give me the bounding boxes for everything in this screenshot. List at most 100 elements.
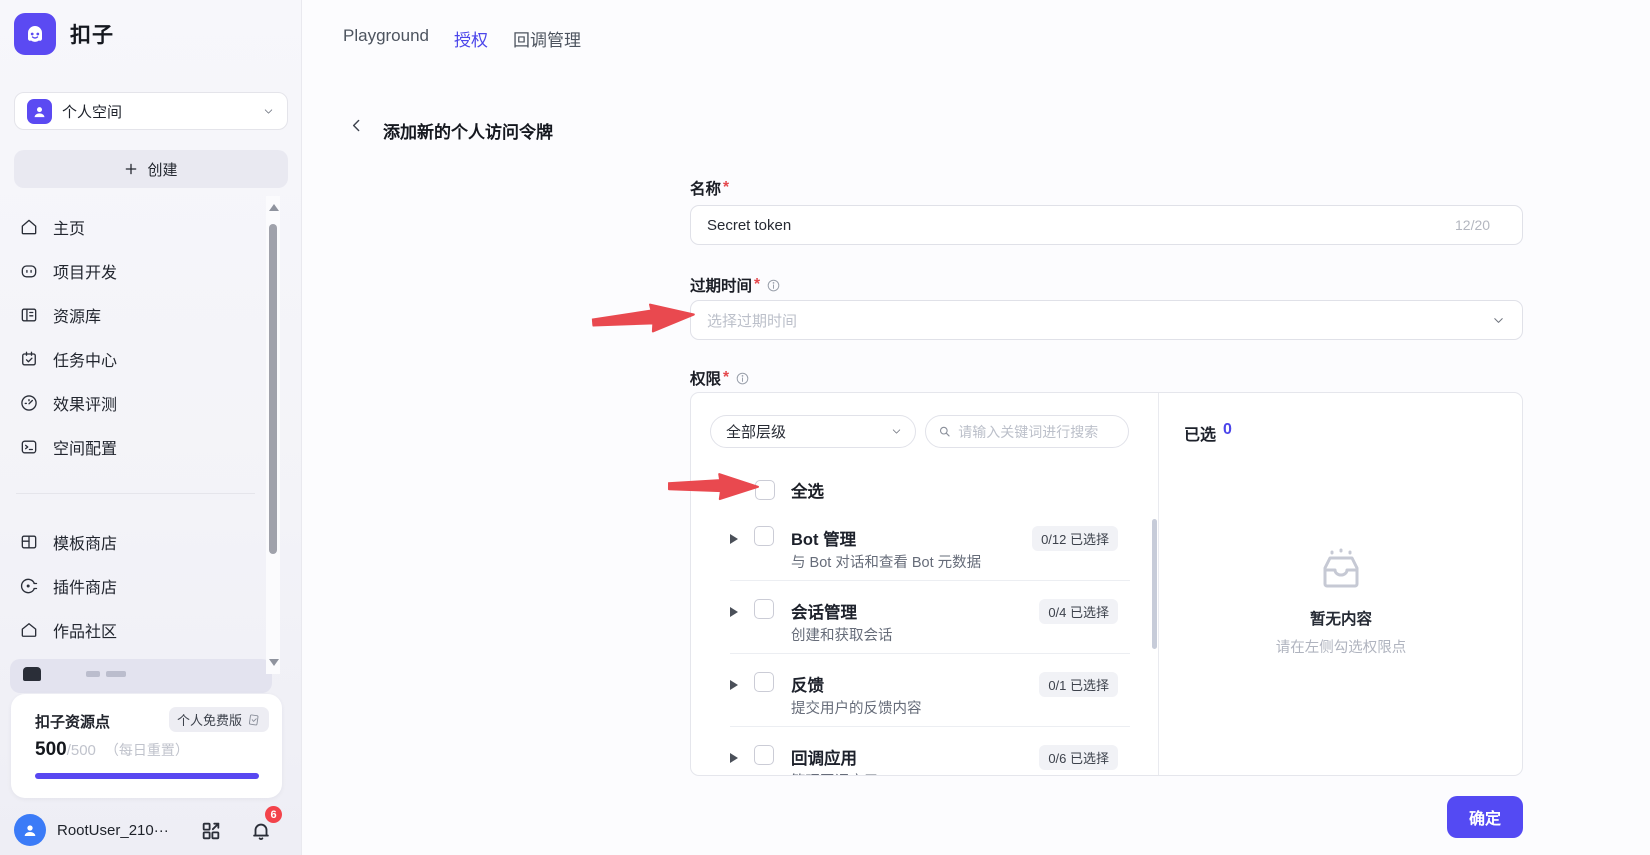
group-description: 与 Bot 对话和查看 Bot 元数据 bbox=[791, 551, 981, 572]
topnav-item[interactable]: 授权 bbox=[454, 26, 488, 51]
permission-group-list: Bot 管理 与 Bot 对话和查看 Bot 元数据 0/12 已选择 会话管理… bbox=[691, 528, 1158, 776]
community-icon bbox=[19, 620, 39, 640]
select-all-label: 全选 bbox=[791, 478, 824, 502]
plan-badge[interactable]: 个人免费版 bbox=[169, 707, 269, 732]
empty-title: 暂无内容 bbox=[1158, 607, 1523, 629]
app-logo-icon[interactable] bbox=[14, 13, 56, 55]
search-icon bbox=[938, 424, 951, 439]
sidebar-item-community[interactable]: 作品社区 bbox=[14, 608, 254, 652]
sidebar-item-clipped[interactable] bbox=[10, 659, 272, 693]
points-used: 500 bbox=[35, 739, 67, 761]
annotation-arrow-expire bbox=[591, 298, 697, 339]
user-name[interactable]: RootUser_210··· bbox=[57, 822, 195, 839]
apps-grid-icon bbox=[200, 820, 222, 842]
group-checkbox[interactable] bbox=[754, 672, 774, 692]
expand-caret-icon[interactable] bbox=[730, 753, 738, 763]
select-all-checkbox[interactable] bbox=[755, 480, 775, 500]
scrollbar-thumb[interactable] bbox=[269, 224, 277, 554]
permissions-panel: 全部层级 全选 Bot 管理 与 Bot 对话和查看 Bot 元数据 0/12 … bbox=[690, 392, 1523, 776]
sidebar-item-home[interactable]: 主页 bbox=[14, 205, 254, 249]
brand-name: 扣子 bbox=[70, 19, 114, 49]
sidebar-item-project-dev[interactable]: 项目开发 bbox=[14, 249, 254, 293]
empty-desc: 请在左侧勾选权限点 bbox=[1158, 636, 1523, 657]
permission-search[interactable] bbox=[925, 415, 1129, 448]
points-progress-bar bbox=[35, 773, 259, 779]
library-icon bbox=[19, 305, 39, 325]
sidebar: 扣子 个人空间 创建 主页 项目开发 资源库 bbox=[0, 0, 302, 855]
page-title: 添加新的个人访问令牌 bbox=[383, 118, 553, 143]
group-checkbox[interactable] bbox=[754, 599, 774, 619]
group-title: Bot 管理 bbox=[791, 526, 856, 550]
expand-caret-icon[interactable] bbox=[730, 534, 738, 544]
chevron-down-icon bbox=[1491, 313, 1506, 328]
row-divider bbox=[730, 580, 1130, 581]
selected-header: 已选 0 bbox=[1184, 421, 1232, 445]
sidebar-item-library[interactable]: 资源库 bbox=[14, 293, 254, 337]
user-avatar[interactable] bbox=[14, 814, 46, 846]
template-store-icon bbox=[19, 532, 39, 552]
group-description: 创建和获取会话 bbox=[791, 624, 893, 645]
plus-icon bbox=[124, 162, 138, 176]
topnav-item[interactable]: 回调管理 bbox=[513, 26, 581, 51]
chevron-left-icon bbox=[348, 117, 365, 134]
apps-grid-button[interactable] bbox=[200, 820, 222, 845]
plan-ticket-icon bbox=[247, 713, 261, 727]
terminal-icon bbox=[19, 437, 39, 457]
topnav-item[interactable]: Playground bbox=[343, 26, 429, 51]
permission-search-input[interactable] bbox=[958, 424, 1116, 440]
group-title: 会话管理 bbox=[791, 599, 857, 623]
expand-caret-icon[interactable] bbox=[730, 680, 738, 690]
scroll-up-arrow[interactable] bbox=[269, 204, 279, 211]
workspace-selector[interactable]: 个人空间 bbox=[14, 92, 288, 130]
group-count-badge: 0/1 已选择 bbox=[1039, 672, 1118, 697]
expire-label: 过期时间* bbox=[690, 274, 781, 296]
selected-count: 0 bbox=[1223, 421, 1232, 445]
info-icon bbox=[766, 278, 781, 293]
expire-select[interactable]: 选择过期时间 bbox=[690, 300, 1523, 340]
notification-badge: 6 bbox=[265, 806, 282, 823]
app-window: 扣子 个人空间 创建 主页 项目开发 资源库 bbox=[0, 0, 1650, 855]
sidebar-menu-secondary: 模板商店 插件商店 作品社区 bbox=[14, 520, 254, 652]
permission-group-row: 回调应用 管理回调应用 0/6 已选择 bbox=[691, 747, 1158, 776]
char-counter: 12/20 bbox=[1455, 217, 1490, 233]
resource-card: 扣子资源点 个人免费版 500/500 （每日重置） bbox=[11, 694, 282, 798]
task-icon bbox=[19, 349, 39, 369]
sidebar-item-task-center[interactable]: 任务中心 bbox=[14, 337, 254, 381]
sidebar-item-evaluation[interactable]: 效果评测 bbox=[14, 381, 254, 425]
list-scrollbar-thumb[interactable] bbox=[1152, 519, 1157, 649]
group-checkbox[interactable] bbox=[754, 526, 774, 546]
permission-group-row: 会话管理 创建和获取会话 0/4 已选择 bbox=[691, 601, 1158, 674]
group-count-badge: 0/4 已选择 bbox=[1039, 599, 1118, 624]
name-input[interactable] bbox=[690, 205, 1523, 245]
level-filter-select[interactable]: 全部层级 bbox=[710, 415, 916, 448]
group-title: 回调应用 bbox=[791, 745, 857, 769]
sidebar-menu: 主页 项目开发 资源库 任务中心 效果评测 空间配置 bbox=[14, 205, 254, 469]
confirm-button[interactable]: 确定 bbox=[1447, 796, 1523, 838]
notifications-button[interactable] bbox=[250, 820, 272, 845]
sidebar-item-space-config[interactable]: 空间配置 bbox=[14, 425, 254, 469]
sidebar-item-plugin-store[interactable]: 插件商店 bbox=[14, 564, 254, 608]
row-divider bbox=[730, 726, 1130, 727]
plugin-store-icon bbox=[19, 576, 39, 596]
sidebar-item-template-store[interactable]: 模板商店 bbox=[14, 520, 254, 564]
sidebar-scrollbar[interactable] bbox=[266, 196, 280, 674]
expand-caret-icon[interactable] bbox=[730, 607, 738, 617]
chevron-down-icon bbox=[262, 105, 275, 118]
create-button[interactable]: 创建 bbox=[14, 150, 288, 188]
group-description: 提交用户的反馈内容 bbox=[791, 697, 922, 718]
topnav: Playground 授权回调管理 bbox=[343, 26, 581, 51]
bot-icon bbox=[19, 261, 39, 281]
scroll-down-arrow[interactable] bbox=[269, 659, 279, 666]
permissions-label: 权限* bbox=[690, 367, 750, 389]
group-description: 管理回调应用 bbox=[791, 770, 878, 776]
sidebar-divider bbox=[16, 493, 255, 494]
group-checkbox[interactable] bbox=[754, 745, 774, 765]
expire-placeholder: 选择过期时间 bbox=[707, 310, 1491, 331]
bell-icon bbox=[250, 820, 272, 842]
empty-inbox-icon bbox=[1315, 548, 1367, 594]
workspace-label: 个人空间 bbox=[62, 101, 252, 122]
back-button[interactable] bbox=[344, 115, 368, 139]
group-title: 反馈 bbox=[791, 672, 824, 696]
permission-group-row: 反馈 提交用户的反馈内容 0/1 已选择 bbox=[691, 674, 1158, 747]
resource-card-title: 扣子资源点 bbox=[35, 711, 110, 732]
